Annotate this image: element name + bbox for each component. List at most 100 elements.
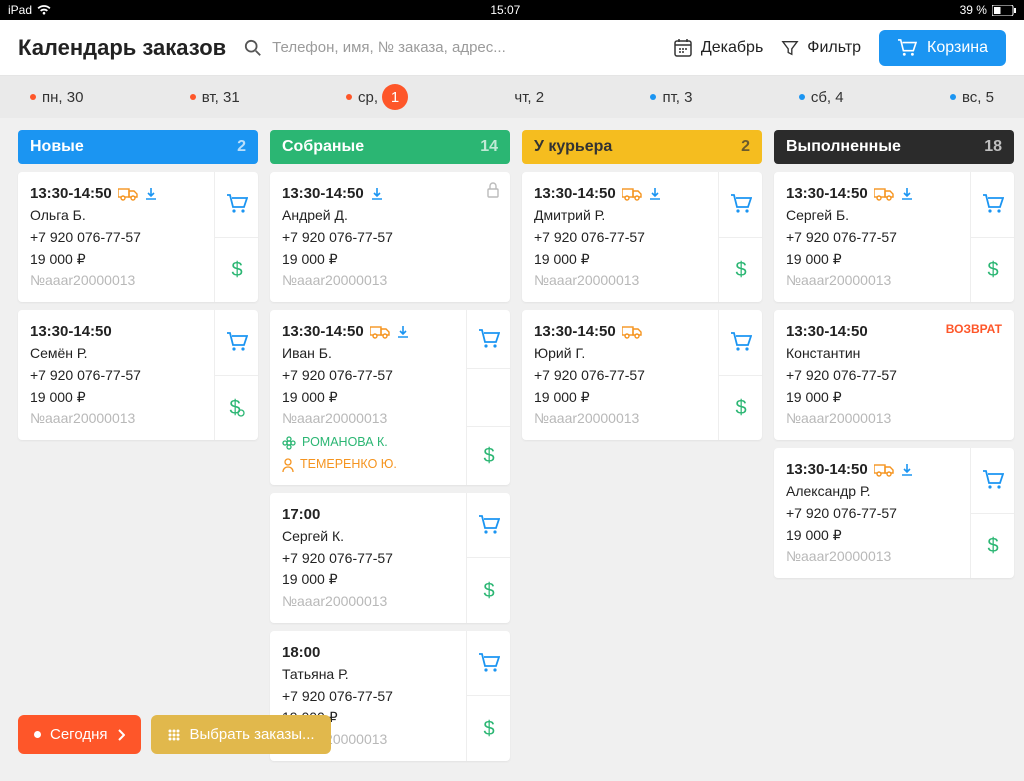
assignee: ТЕМЕРЕНКО Ю.: [282, 455, 454, 474]
usd-leaf-button[interactable]: $: [215, 376, 258, 441]
search-input[interactable]: Телефон, имя, № заказа, адрес...: [244, 39, 655, 57]
action-button[interactable]: [467, 369, 510, 428]
day-label: вт, 31: [202, 89, 240, 106]
card-body: 17:00Сергей К.+7 920 076-77-5719 000 ₽№a…: [270, 493, 466, 623]
card-body: 13:30-14:50Александр Р.+7 920 076-77-571…: [774, 448, 970, 578]
order-time: 13:30-14:50: [786, 461, 868, 478]
svg-text:$: $: [483, 718, 494, 740]
order-number: №aaar20000013: [282, 408, 454, 430]
column-count: 2: [237, 138, 246, 156]
day-tab[interactable]: сб, 4: [799, 89, 844, 106]
cart-button[interactable]: [215, 310, 258, 376]
usd-button[interactable]: $: [719, 376, 762, 441]
column-count: 14: [480, 138, 498, 156]
day-tab[interactable]: пт, 3: [650, 89, 692, 106]
battery-icon: [992, 5, 1016, 16]
usd-button[interactable]: $: [719, 238, 762, 303]
usd-button[interactable]: $: [467, 427, 510, 485]
order-time: 17:00: [282, 506, 320, 523]
customer-name: Семён Р.: [30, 343, 202, 365]
column-title: У курьера: [534, 138, 612, 156]
cart-button[interactable]: [215, 172, 258, 238]
day-label: пн, 30: [42, 89, 83, 106]
cart-button[interactable]: [719, 172, 762, 238]
cart-button[interactable]: [971, 172, 1014, 238]
today-button[interactable]: Сегодня: [18, 715, 141, 754]
select-orders-button[interactable]: Выбрать заказы...: [151, 715, 331, 754]
card-actions: $: [214, 310, 258, 440]
customer-phone: +7 920 076-77-57: [786, 227, 958, 249]
download-icon: [900, 463, 914, 477]
order-number: №aaar20000013: [30, 408, 202, 430]
customer-name: Иван Б.: [282, 343, 454, 365]
dot-icon: [950, 94, 956, 100]
day-label: пт, 3: [662, 89, 692, 106]
month-picker[interactable]: Декабрь: [673, 38, 763, 58]
wifi-icon: [37, 5, 51, 15]
order-price: 19 000 ₽: [786, 387, 1002, 409]
cart-button[interactable]: [467, 631, 510, 697]
card-body: 13:30-14:50Андрей Д.+7 920 076-77-5719 0…: [270, 172, 510, 302]
usd-button[interactable]: $: [467, 558, 510, 623]
order-price: 19 000 ₽: [282, 569, 454, 591]
device-label: iPad: [8, 3, 32, 17]
cart-icon: [897, 39, 917, 57]
download-icon: [900, 187, 914, 201]
usd-button[interactable]: $: [971, 238, 1014, 303]
svg-text:$: $: [987, 259, 998, 281]
svg-text:$: $: [987, 535, 998, 557]
customer-name: Татьяна Р.: [282, 664, 454, 686]
order-card[interactable]: 13:30-14:50Александр Р.+7 920 076-77-571…: [774, 448, 1014, 578]
order-time: 13:30-14:50: [534, 185, 616, 202]
column-header: Новые2: [18, 130, 258, 164]
dot-icon: [30, 94, 36, 100]
order-card[interactable]: 13:30-14:50Константин+7 920 076-77-5719 …: [774, 310, 1014, 440]
order-number: №aaar20000013: [786, 546, 958, 568]
dot-icon: [346, 94, 352, 100]
customer-phone: +7 920 076-77-57: [282, 365, 454, 387]
cart-button[interactable]: [719, 310, 762, 376]
customer-phone: +7 920 076-77-57: [30, 365, 202, 387]
column-count: 18: [984, 138, 1002, 156]
card-actions: $: [718, 310, 762, 440]
cart-button[interactable]: [467, 310, 510, 369]
dot-icon: [650, 94, 656, 100]
assignee-name: ТЕМЕРЕНКО Ю.: [300, 455, 397, 474]
order-card[interactable]: 13:30-14:50Семён Р.+7 920 076-77-5719 00…: [18, 310, 258, 440]
day-tab[interactable]: чт, 2: [514, 89, 544, 106]
cart-button[interactable]: [971, 448, 1014, 514]
day-badge: 1: [382, 84, 408, 110]
day-tab[interactable]: вс, 5: [950, 89, 994, 106]
customer-name: Сергей Б.: [786, 205, 958, 227]
order-card[interactable]: 17:00Сергей К.+7 920 076-77-5719 000 ₽№a…: [270, 493, 510, 623]
day-tab[interactable]: пн, 30: [30, 89, 83, 106]
lock-icon: [486, 182, 500, 198]
clock: 15:07: [490, 3, 520, 17]
cart-button[interactable]: [467, 493, 510, 559]
order-price: 19 000 ₽: [534, 249, 706, 271]
today-label: Сегодня: [50, 726, 108, 743]
usd-button[interactable]: $: [971, 514, 1014, 579]
customer-name: Ольга Б.: [30, 205, 202, 227]
order-card[interactable]: 13:30-14:50Сергей Б.+7 920 076-77-5719 0…: [774, 172, 1014, 302]
usd-button[interactable]: $: [215, 238, 258, 303]
column-title: Выполненные: [786, 138, 901, 156]
order-card[interactable]: 13:30-14:50Ольга Б.+7 920 076-77-5719 00…: [18, 172, 258, 302]
customer-phone: +7 920 076-77-57: [786, 503, 958, 525]
customer-name: Дмитрий Р.: [534, 205, 706, 227]
cart-button[interactable]: Корзина: [879, 30, 1006, 66]
order-card[interactable]: 13:30-14:50Андрей Д.+7 920 076-77-5719 0…: [270, 172, 510, 302]
order-card[interactable]: 13:30-14:50Дмитрий Р.+7 920 076-77-5719 …: [522, 172, 762, 302]
order-time: 13:30-14:50: [30, 323, 112, 340]
truck-icon: [370, 325, 390, 339]
usd-button[interactable]: $: [467, 696, 510, 761]
order-number: №aaar20000013: [534, 408, 706, 430]
order-card[interactable]: 13:30-14:50Иван Б.+7 920 076-77-5719 000…: [270, 310, 510, 485]
day-label: вс, 5: [962, 89, 994, 106]
battery-text: 39 %: [960, 3, 987, 17]
day-tab[interactable]: ср,1: [346, 84, 408, 110]
filter-button[interactable]: Фильтр: [781, 39, 861, 57]
order-card[interactable]: 13:30-14:50Юрий Г.+7 920 076-77-5719 000…: [522, 310, 762, 440]
day-tab[interactable]: вт, 31: [190, 89, 240, 106]
order-number: №aaar20000013: [282, 591, 454, 613]
